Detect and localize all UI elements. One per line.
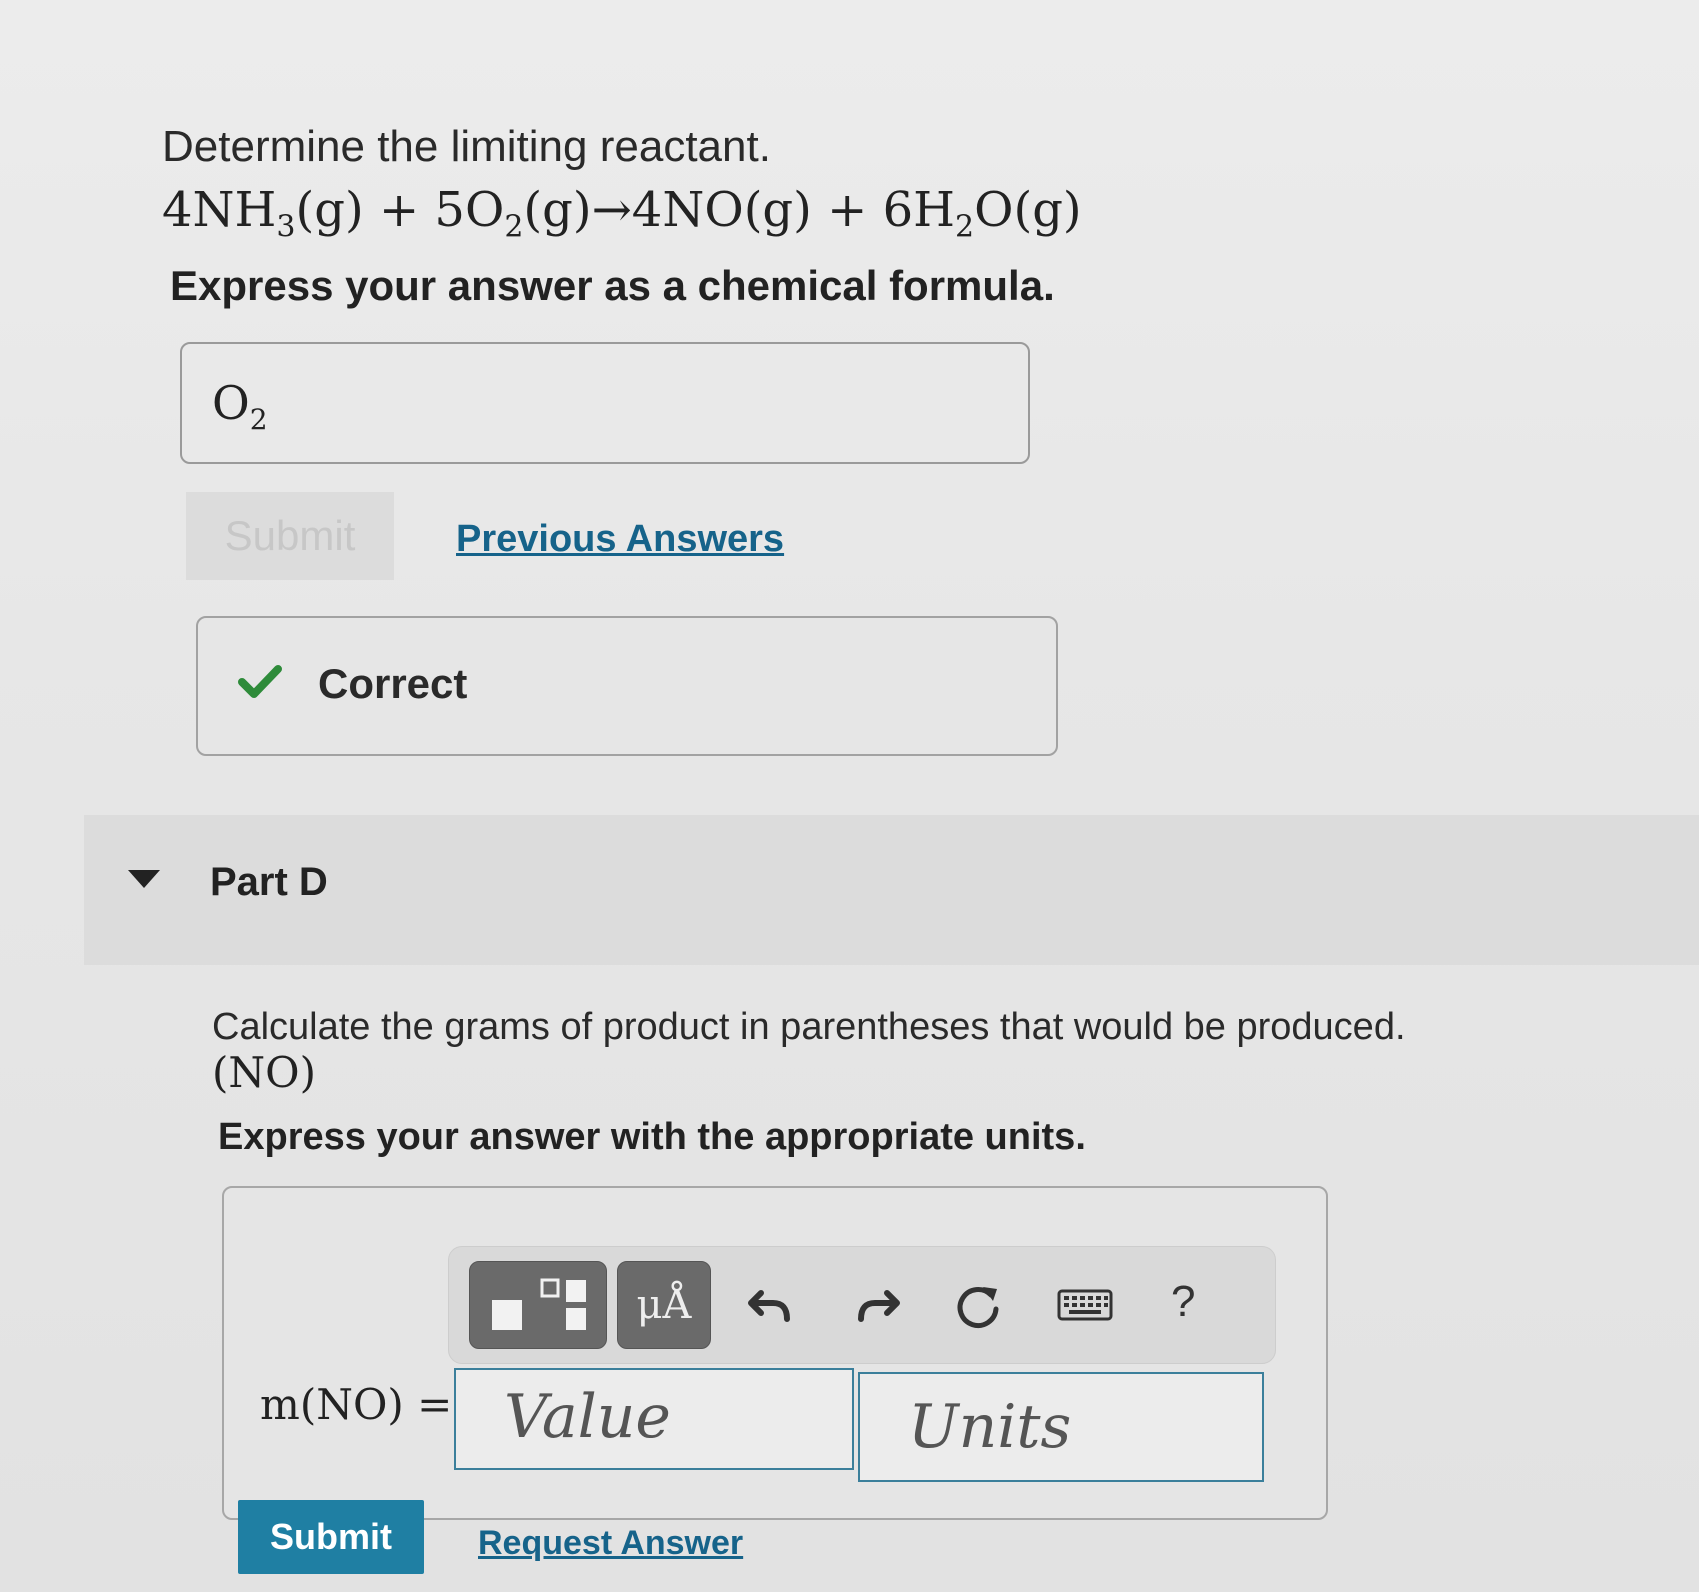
answer-value: O2 [212,376,268,437]
fraction-template-button[interactable] [469,1261,607,1349]
redo-icon[interactable] [855,1285,901,1327]
units-placeholder: Units [908,1392,1072,1462]
units-instruction: Express your answer with the appropriate… [218,1116,1086,1158]
undo-icon[interactable] [747,1285,793,1327]
answer-instruction: Express your answer as a chemical formul… [170,262,1055,309]
question-prompt: Determine the limiting reactant. [162,122,771,171]
equation-label: m(NO) = [260,1380,453,1429]
answer-field[interactable]: O2 [180,342,1030,464]
collapse-triangle-icon[interactable] [128,870,160,888]
math-toolbar: μÅ ? [448,1246,1276,1364]
fraction-template-icon [492,1278,586,1330]
request-answer-link[interactable]: Request Answer [478,1524,743,1563]
units-icon: μÅ [636,1282,692,1328]
question-text: Calculate the grams of product in parent… [212,1006,1406,1048]
previous-answers-link[interactable]: Previous Answers [456,518,784,561]
question-formula: (NO) [212,1048,316,1097]
units-button[interactable]: μÅ [617,1261,711,1349]
keyboard-icon[interactable] [1057,1289,1113,1321]
reset-icon[interactable] [953,1281,1003,1331]
help-icon[interactable]: ? [1171,1277,1195,1327]
submit-button[interactable]: Submit [238,1500,424,1574]
part-title: Part D [210,860,328,904]
value-input[interactable]: Value [454,1368,854,1470]
units-input[interactable]: Units [858,1372,1264,1482]
feedback-text: Correct [318,660,468,707]
feedback-correct-box: Correct [196,616,1058,756]
checkmark-icon [238,665,282,698]
chemical-equation: 4NH3(g) + 5O2(g)→4NO(g) + 6H2O(g) [162,182,1082,245]
submit-button-disabled: Submit [186,492,394,580]
value-placeholder: Value [504,1382,671,1452]
